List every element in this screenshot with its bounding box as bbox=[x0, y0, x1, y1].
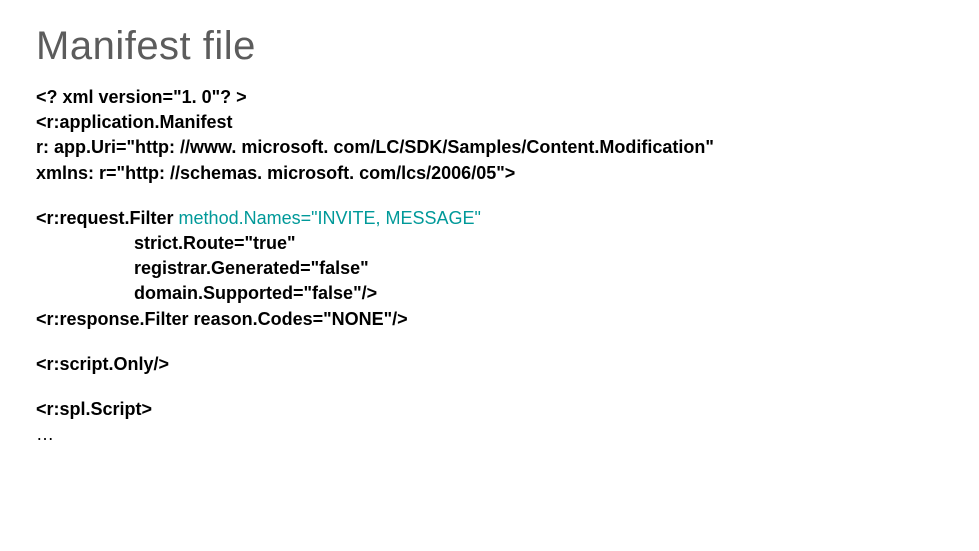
code-line: domain.Supported="false"/> bbox=[36, 281, 943, 306]
code-line: <r:script.Only/> bbox=[36, 352, 943, 377]
code-line: <r:request.Filter method.Names="INVITE, … bbox=[36, 206, 943, 231]
code-line: strict.Route="true" bbox=[36, 231, 943, 256]
code-line: … bbox=[36, 422, 943, 447]
code-line: <r:application.Manifest bbox=[36, 110, 943, 135]
code-line: registrar.Generated="false" bbox=[36, 256, 943, 281]
code-line: <r:response.Filter reason.Codes="NONE"/> bbox=[36, 307, 943, 332]
code-line: <r:spl.Script> bbox=[36, 397, 943, 422]
page-title: Manifest file bbox=[36, 24, 943, 69]
code-fragment: <r:request.Filter bbox=[36, 208, 179, 228]
code-line: r: app.Uri="http: //www. microsoft. com/… bbox=[36, 135, 943, 160]
highlighted-fragment: method.Names="INVITE, MESSAGE" bbox=[179, 208, 481, 228]
code-line: xmlns: r="http: //schemas. microsoft. co… bbox=[36, 161, 943, 186]
code-line: <? xml version="1. 0"? > bbox=[36, 85, 943, 110]
code-block: <? xml version="1. 0"? > <r:application.… bbox=[36, 85, 943, 447]
